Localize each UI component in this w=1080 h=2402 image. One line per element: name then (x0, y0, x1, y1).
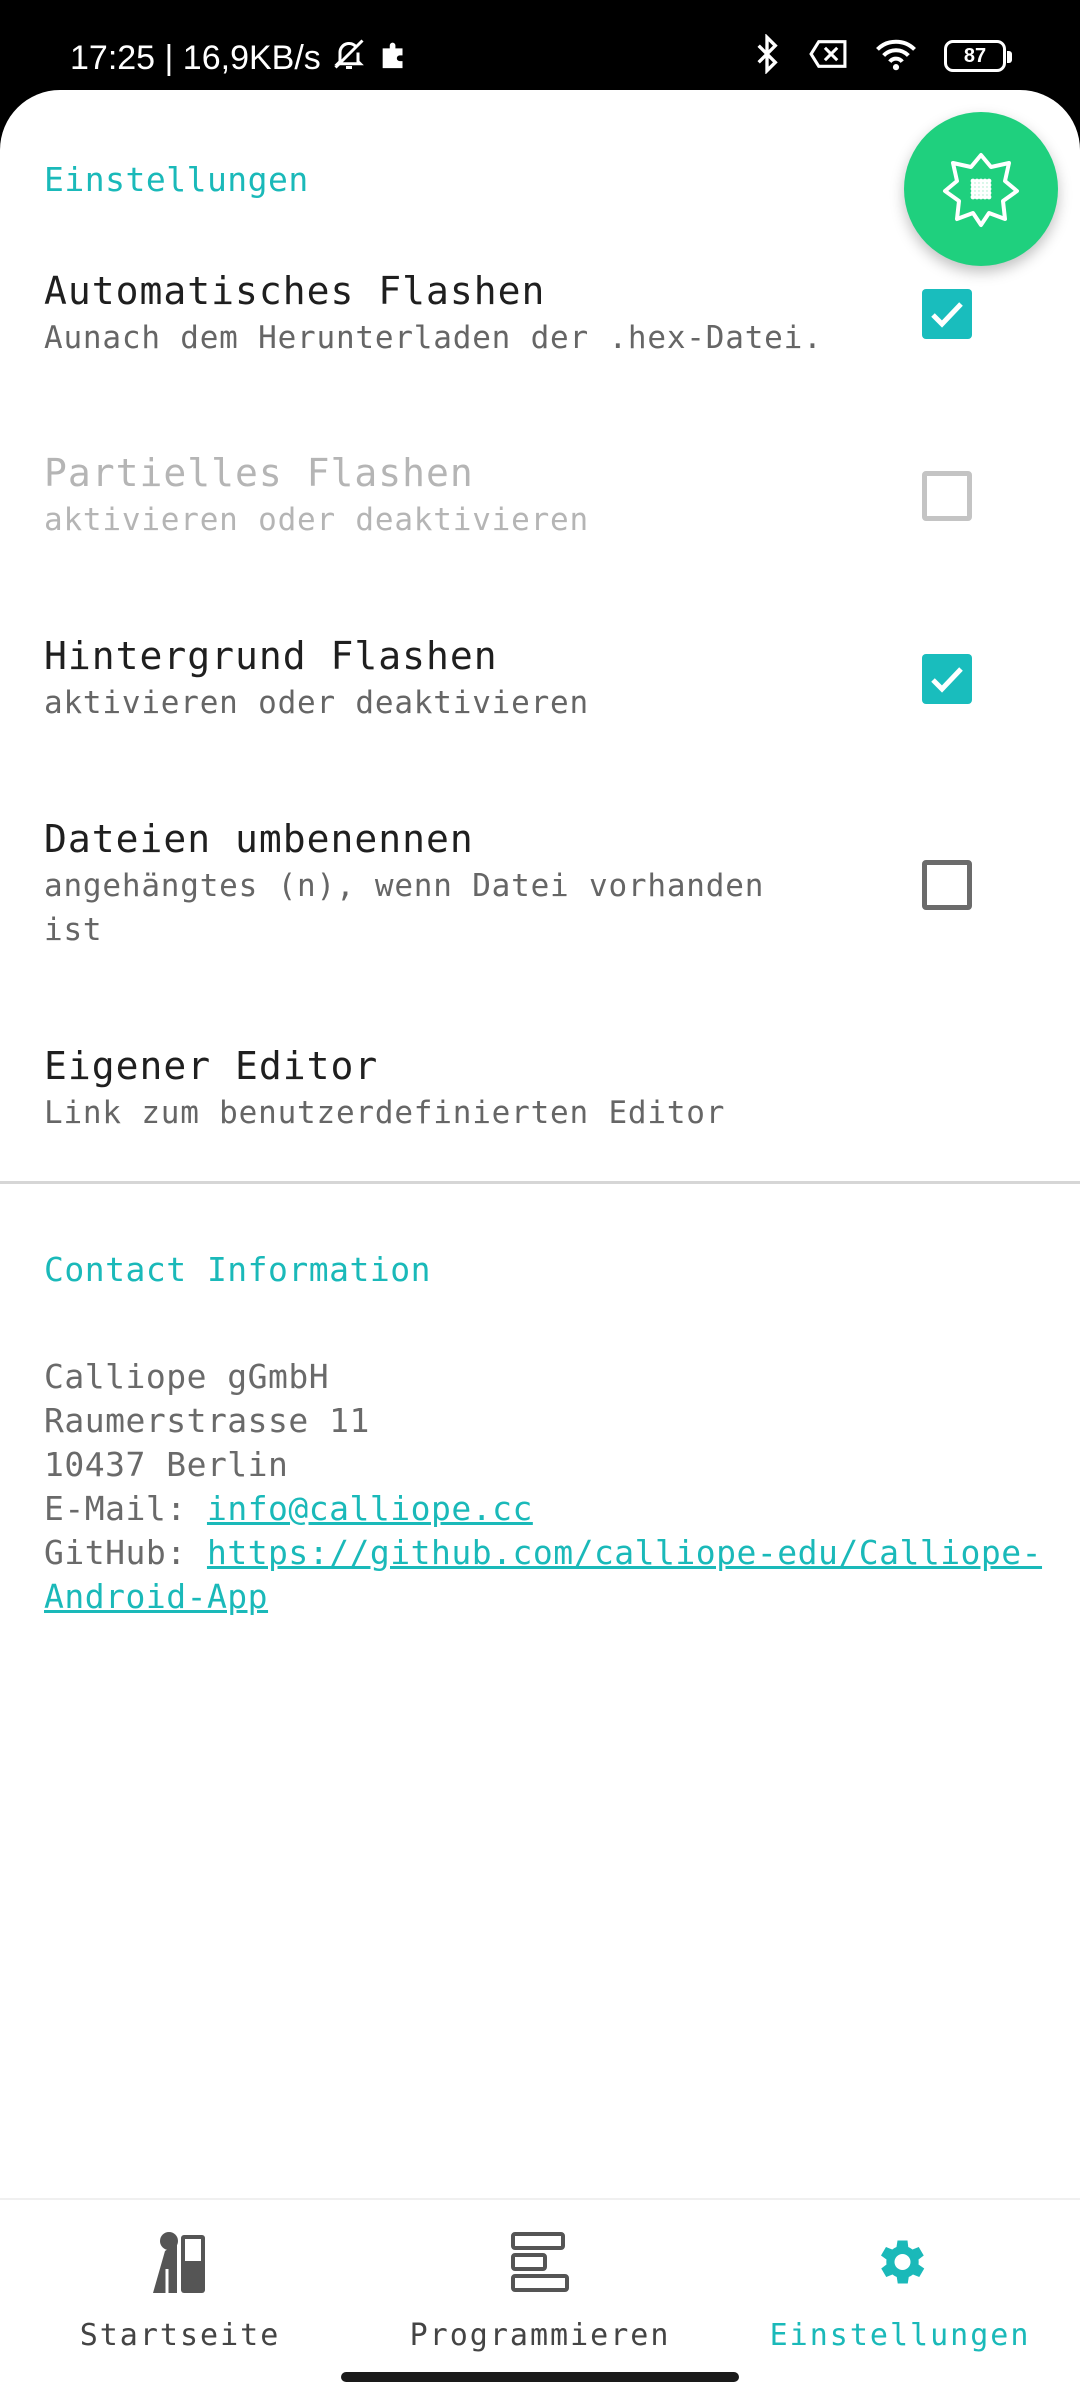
pref-title: Partielles Flashen (44, 451, 474, 495)
contact-email-line: E-Mail: info@calliope.cc (44, 1487, 1044, 1531)
contact-street: Raumerstrasse 11 (44, 1401, 370, 1440)
puzzle-icon (377, 37, 411, 80)
rename-files-checkbox[interactable] (922, 860, 972, 910)
home-icon (145, 2226, 215, 2298)
contact-header: Contact Information (44, 1250, 431, 1289)
battery-level: 87 (963, 44, 987, 67)
pref-rename-files[interactable]: Dateien umbenennen angehängtes (n), wenn… (44, 816, 824, 952)
email-link[interactable]: info@calliope.cc (207, 1489, 533, 1528)
pref-title: Automatisches Flashen (44, 269, 546, 313)
pref-title: Dateien umbenennen (44, 817, 474, 861)
pref-summary: aktivieren oder deaktivieren (44, 685, 589, 721)
nav-item-startseite[interactable]: Startseite (0, 2226, 360, 2353)
bluetooth-icon (752, 33, 782, 78)
no-sim-icon (808, 38, 848, 74)
pref-summary: Aunach dem Herunterladen der .hex-Datei. (44, 320, 823, 356)
nav-label: Programmieren (409, 2318, 671, 2353)
check-icon (931, 302, 963, 328)
contact-info: Calliope gGmbH Raumerstrasse 11 10437 Be… (44, 1355, 1044, 1619)
battery-icon: 87 (944, 40, 1012, 72)
contact-city: 10437 Berlin (44, 1445, 289, 1484)
github-label: GitHub: (44, 1533, 207, 1572)
pref-title: Eigener Editor (44, 1044, 379, 1088)
home-indicator[interactable] (341, 2372, 739, 2382)
wifi-icon (874, 37, 918, 75)
settings-sheet: Einstellungen Automatisches Flashen Auna… (0, 90, 1080, 2400)
pref-summary: aktivieren oder deaktivieren (44, 502, 589, 538)
status-time-speed: 17:25 | 16,9KB/s (70, 39, 321, 77)
nav-item-einstellungen[interactable]: Einstellungen (720, 2226, 1080, 2353)
pref-automatic-flash[interactable]: Automatisches Flashen Aunach dem Herunte… (44, 268, 864, 360)
automatic-flash-checkbox[interactable] (922, 289, 972, 339)
nav-label: Startseite (79, 2318, 281, 2353)
pref-summary: angehängtes (n), wenn Datei vorhanden is… (44, 868, 765, 948)
code-blocks-icon (510, 2226, 570, 2298)
bell-off-icon (331, 36, 367, 81)
settings-header: Einstellungen (44, 160, 309, 199)
partial-flash-checkbox (922, 471, 972, 521)
pref-custom-editor[interactable]: Eigener Editor Link zum benutzerdefinier… (44, 1043, 864, 1135)
status-bar: 17:25 | 16,9KB/s 87 (0, 0, 1080, 100)
pref-title: Hintergrund Flashen (44, 634, 498, 678)
nav-item-programmieren[interactable]: Programmieren (360, 2226, 720, 2353)
nav-label: Einstellungen (769, 2318, 1031, 2353)
contact-company: Calliope gGmbH (44, 1357, 330, 1396)
contact-github-line: GitHub: https://github.com/calliope-edu/… (44, 1531, 1044, 1619)
calliope-board-icon (943, 153, 1019, 227)
status-right: 87 (752, 33, 1012, 78)
pref-partial-flash: Partielles Flashen aktivieren oder deakt… (44, 450, 864, 542)
email-label: E-Mail: (44, 1489, 207, 1528)
background-flash-checkbox[interactable] (922, 654, 972, 704)
status-left: 17:25 | 16,9KB/s (70, 36, 411, 81)
settings-icon (870, 2226, 930, 2298)
pref-summary: Link zum benutzerdefinierten Editor (44, 1095, 726, 1131)
section-divider (0, 1181, 1080, 1184)
pref-background-flash[interactable]: Hintergrund Flashen aktivieren oder deak… (44, 633, 864, 725)
check-icon (931, 667, 963, 693)
connect-device-fab[interactable] (904, 112, 1058, 266)
